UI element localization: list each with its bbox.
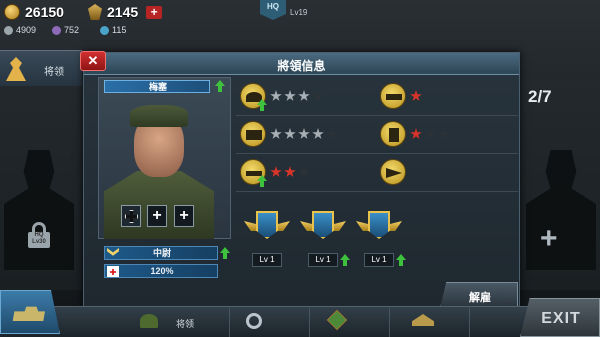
gold-amount: 26150 — [25, 4, 64, 20]
general-cap — [130, 105, 188, 127]
skills-grid — [236, 77, 518, 191]
resource-a: 4909 — [4, 25, 36, 35]
skill-artillery-stars — [410, 90, 422, 102]
lock-icon: HQ Lv30 — [28, 222, 50, 248]
hp-value: 120% — [150, 266, 174, 276]
medal-amount: 2145 — [107, 4, 139, 20]
tab-generals-side-label: 将领 — [44, 67, 64, 78]
rank-row: 中尉 — [104, 246, 218, 260]
badge-3-level: Lv 1 — [364, 253, 394, 267]
tab-generals-label: 将领 — [176, 319, 195, 329]
divider — [236, 153, 518, 154]
buy-medals-button[interactable]: + — [146, 5, 163, 19]
flag-icon — [380, 159, 406, 185]
dismiss-button[interactable]: 解雇 — [440, 282, 518, 308]
tab-generals-side[interactable]: 将领 — [0, 50, 82, 86]
general-counter: 2/7 — [528, 87, 552, 106]
medal-icon — [88, 4, 102, 20]
skill-infantry-stars — [270, 90, 324, 102]
gear-icon — [4, 25, 13, 35]
tab-research[interactable] — [230, 306, 310, 337]
name-upgrade-arrow-icon[interactable] — [215, 80, 226, 92]
tab-map[interactable] — [310, 306, 390, 337]
medal-slot-2[interactable]: + — [174, 205, 194, 227]
general-info-dialog: 將領信息 ✕ 梅塞 + + 中尉 120% Lv 1 Lv 1 Lv 1 — [80, 51, 520, 310]
add-general-icon[interactable]: + — [540, 222, 558, 256]
divider — [236, 191, 518, 192]
hp-row: 120% — [104, 264, 218, 278]
skill-upgrade-arrow-icon — [257, 175, 267, 187]
exit-button[interactable]: EXIT — [520, 298, 600, 337]
resource-c: 115 — [100, 25, 126, 35]
army-badge-2[interactable] — [300, 211, 346, 251]
iron-cross-medal-icon[interactable] — [121, 205, 141, 227]
resource-b-amount: 752 — [64, 25, 80, 35]
army-badge-1[interactable] — [244, 211, 290, 251]
resource-b: 752 — [52, 25, 79, 35]
dialog-title: 將領信息 — [277, 59, 326, 73]
tank-icon — [12, 306, 45, 321]
badge-2-level: Lv 1 — [308, 253, 338, 267]
tab-army[interactable] — [0, 290, 60, 334]
general-name-bar: 梅塞 — [104, 80, 210, 93]
badge-1-level: Lv 1 — [252, 253, 282, 267]
resource-c-amount: 115 — [112, 25, 127, 35]
skill-armor-stars — [270, 128, 338, 140]
hq-level: Lv19 — [290, 8, 308, 17]
resource-a-amount: 4909 — [16, 25, 37, 35]
skill-upgrade-arrow-icon — [257, 99, 267, 111]
divider — [236, 115, 518, 116]
lock-hq-level: HQ Lv30 — [28, 232, 50, 248]
general-icon — [6, 57, 26, 81]
tab-generals[interactable] — [120, 306, 230, 337]
anchor-icon — [380, 121, 406, 147]
dismiss-label: 解雇 — [469, 292, 491, 304]
gold-coin-icon — [4, 4, 20, 20]
gem-icon — [52, 25, 61, 35]
dialog-header: 將領信息 — [84, 53, 519, 75]
skill-air-stars — [270, 166, 310, 178]
general-name: 梅塞 — [148, 82, 167, 92]
badge-2-upgrade-arrow-icon[interactable] — [340, 254, 350, 266]
artillery-icon — [380, 83, 406, 109]
magnifier-icon — [246, 313, 262, 329]
medal-resource: 2145 + — [88, 4, 163, 20]
tank-icon — [240, 121, 266, 147]
rank-upgrade-arrow-icon[interactable] — [220, 247, 230, 259]
close-button[interactable]: ✕ — [80, 51, 106, 71]
skill-navy-stars — [410, 128, 450, 140]
rank-label: 中尉 — [152, 248, 171, 258]
helmet-icon — [140, 314, 158, 328]
gold-resource: 26150 — [4, 4, 64, 20]
globe-icon — [100, 25, 109, 35]
army-badge-3[interactable] — [356, 211, 402, 251]
medal-slot-1[interactable]: + — [147, 205, 167, 227]
badge-3-upgrade-arrow-icon[interactable] — [396, 254, 406, 266]
exit-label: EXIT — [541, 310, 581, 327]
